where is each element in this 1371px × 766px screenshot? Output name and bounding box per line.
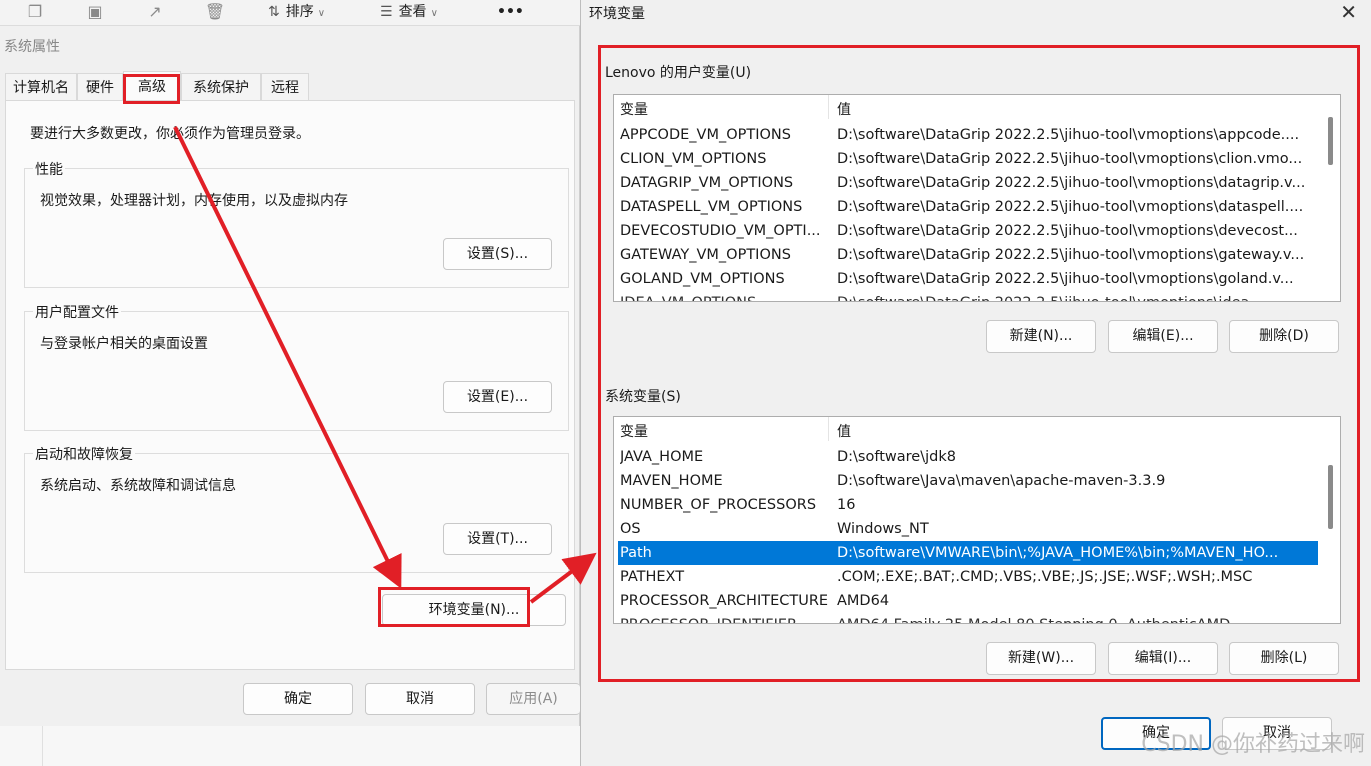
- admin-note: 要进行大多数更改，你必须作为管理员登录。: [30, 126, 310, 142]
- scroll-thumb[interactable]: [1328, 465, 1333, 529]
- startup-settings-button[interactable]: 设置(T)...: [443, 523, 552, 555]
- sort-icon: ⇅: [268, 4, 280, 20]
- performance-settings-button[interactable]: 设置(S)...: [443, 238, 552, 270]
- startup-recovery-group: 启动和故障恢复 系统启动、系统故障和调试信息 设置(T)...: [24, 444, 569, 573]
- user-variables-label: Lenovo 的用户变量(U): [605, 65, 752, 81]
- environment-variables-dialog: 环境变量 ✕ Lenovo 的用户变量(U) 变量 值 APPCODE_VM_O…: [580, 0, 1371, 766]
- group-description: 系统启动、系统故障和调试信息: [40, 478, 236, 494]
- user-delete-button[interactable]: 删除(D): [1229, 320, 1339, 353]
- vertical-scrollbar[interactable]: [1322, 417, 1340, 623]
- view-button[interactable]: ☰ 查看 ∨: [380, 2, 438, 22]
- tab-system-protection[interactable]: 系统保护: [181, 73, 261, 101]
- close-icon[interactable]: ✕: [1340, 0, 1357, 24]
- system-variables-label: 系统变量(S): [605, 389, 681, 405]
- profiles-settings-button[interactable]: 设置(E)...: [443, 381, 552, 413]
- ok-button[interactable]: 确定: [243, 683, 353, 715]
- column-header-variable[interactable]: 变量: [620, 421, 648, 441]
- system-delete-button[interactable]: 删除(L): [1229, 642, 1339, 675]
- tab-advanced[interactable]: 高级: [123, 71, 181, 101]
- explorer-background: [0, 726, 580, 766]
- performance-group: 性能 视觉效果，处理器计划，内存使用，以及虚拟内存 设置(S)...: [24, 159, 569, 288]
- view-icon: ☰: [380, 4, 393, 20]
- system-variables-list[interactable]: 变量 值 JAVA_HOME D:\software\jdk8 MAVEN_HOM…: [613, 416, 1341, 624]
- more-options-icon[interactable]: •••: [497, 2, 524, 22]
- list-header: 变量 值: [614, 95, 1340, 119]
- list-header: 变量 值: [614, 417, 1340, 441]
- divider: [42, 726, 43, 766]
- tab-hardware[interactable]: 硬件: [77, 73, 123, 101]
- rename-icon[interactable]: ▣: [84, 2, 106, 22]
- column-separator: [828, 417, 829, 441]
- explorer-toolbar: ❐ ▣ ↗ 🗑 ⇅ 排序 ∨ ☰ 查看 ∨ •••: [0, 0, 580, 26]
- vertical-scrollbar[interactable]: [1322, 95, 1340, 301]
- chevron-down-icon: ∨: [430, 8, 438, 19]
- dialog-title: 环境变量: [589, 6, 645, 22]
- watermark: CSDN @你补药过来啊: [1141, 732, 1365, 757]
- sort-button[interactable]: ⇅ 排序 ∨: [268, 2, 325, 22]
- apply-button[interactable]: 应用(A): [486, 683, 580, 715]
- group-description: 视觉效果，处理器计划，内存使用，以及虚拟内存: [40, 193, 348, 209]
- list-item-selected[interactable]: Path D:\software\VMWARE\bin\;%JAVA_HOME%\…: [618, 541, 1318, 565]
- group-title: 用户配置文件: [33, 302, 121, 322]
- cancel-button[interactable]: 取消: [365, 683, 475, 715]
- user-new-button[interactable]: 新建(N)...: [986, 320, 1096, 353]
- environment-variables-button[interactable]: 环境变量(N)...: [382, 594, 566, 626]
- user-profiles-group: 用户配置文件 与登录帐户相关的桌面设置 设置(E)...: [24, 302, 569, 431]
- column-header-value[interactable]: 值: [837, 421, 851, 441]
- system-edit-button[interactable]: 编辑(I)...: [1108, 642, 1218, 675]
- delete-icon[interactable]: 🗑: [204, 2, 226, 22]
- share-icon[interactable]: ↗: [144, 2, 166, 22]
- column-header-variable[interactable]: 变量: [620, 99, 648, 119]
- group-title: 启动和故障恢复: [33, 444, 135, 464]
- column-separator: [828, 95, 829, 119]
- group-description: 与登录帐户相关的桌面设置: [40, 336, 208, 352]
- scroll-thumb[interactable]: [1328, 117, 1333, 165]
- group-title: 性能: [33, 159, 65, 179]
- user-variables-list[interactable]: 变量 值 APPCODE_VM_OPTIONS D:\software\DataG…: [613, 94, 1341, 302]
- column-header-value[interactable]: 值: [837, 99, 851, 119]
- chevron-down-icon: ∨: [317, 8, 326, 19]
- tab-computer-name[interactable]: 计算机名: [5, 73, 77, 101]
- system-new-button[interactable]: 新建(W)...: [986, 642, 1096, 675]
- dialog-title: 系统属性: [4, 39, 60, 55]
- user-edit-button[interactable]: 编辑(E)...: [1108, 320, 1218, 353]
- copy-icon[interactable]: ❐: [24, 2, 46, 22]
- system-properties-dialog: 系统属性 计算机名 硬件 高级 系统保护 远程 要进行大多数更改，你必须作为管理…: [0, 26, 580, 726]
- tab-remote[interactable]: 远程: [261, 73, 309, 101]
